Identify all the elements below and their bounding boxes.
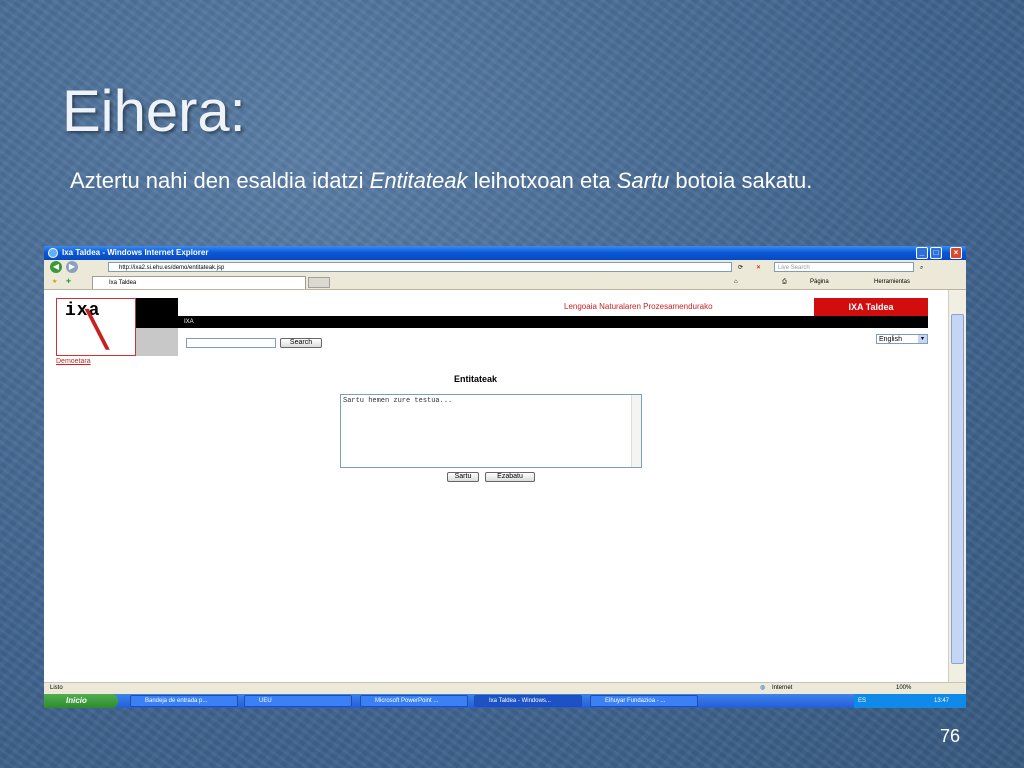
slide-page-number: 76 bbox=[940, 726, 961, 746]
header-text: Lengoaia Naturalaren Prozesamendurako bbox=[564, 302, 713, 311]
ezabatu-button[interactable]: Ezabatu bbox=[485, 472, 535, 482]
taskbar-item[interactable]: Bandeja de entrada p... bbox=[130, 695, 238, 707]
textarea-scrollbar[interactable] bbox=[631, 395, 641, 467]
subtitle-entitateak: Entitateak bbox=[369, 168, 468, 193]
textarea-placeholder: Sartu hemen zure testua... bbox=[343, 397, 453, 405]
taskbar-item[interactable]: UEU bbox=[244, 695, 352, 707]
nav-bar: IXA bbox=[178, 316, 928, 328]
logo-x-mark: ╲ bbox=[87, 311, 108, 349]
page-scrollbar[interactable] bbox=[948, 290, 966, 682]
ixa-logo: ixa ╲ bbox=[56, 298, 136, 356]
status-zone: Internet bbox=[772, 685, 793, 691]
ie-title-bar: Ixa Taldea - Windows Internet Explorer _… bbox=[44, 246, 966, 260]
slide-subtitle: Aztertu nahi den esaldia idatzi Entitate… bbox=[70, 168, 812, 194]
taskbar-item[interactable]: Elhuyar Fundazioa - ... bbox=[590, 695, 698, 707]
close-icon[interactable]: × bbox=[950, 247, 962, 259]
tools-menu[interactable]: Herramientas bbox=[874, 277, 910, 287]
tab-ixa-taldea[interactable]: Ixa Taldea bbox=[92, 276, 306, 289]
zoom-level[interactable]: 100% bbox=[896, 683, 911, 694]
maximize-icon[interactable]: □ bbox=[930, 247, 942, 259]
taskbar-item-active[interactable]: Ixa Taldea - Windows... bbox=[474, 695, 582, 707]
chevron-down-icon: ▾ bbox=[918, 335, 927, 343]
entitateak-title: Entitateak bbox=[454, 374, 498, 384]
forward-icon[interactable]: ▶ bbox=[66, 261, 78, 273]
home-icon[interactable]: ⌂ bbox=[734, 277, 738, 287]
globe-icon: ◍ bbox=[760, 685, 766, 691]
taskbar-item[interactable]: Microsoft PowerPoint ... bbox=[360, 695, 468, 707]
refresh-icon[interactable]: ⟳ bbox=[738, 263, 743, 273]
slide-title: Eihera: bbox=[62, 79, 246, 144]
system-tray: ES 13:47 bbox=[854, 694, 966, 708]
search-icon[interactable]: ⌕ bbox=[920, 263, 923, 273]
stop-icon[interactable]: ✕ bbox=[756, 263, 761, 273]
subtitle-sartu: Sartu bbox=[616, 168, 670, 193]
ie-logo-icon bbox=[48, 248, 58, 258]
sartu-button[interactable]: Sartu bbox=[447, 472, 479, 482]
status-text: Listo bbox=[50, 685, 63, 691]
subtitle-text-2: leihotxoan eta bbox=[467, 168, 617, 193]
ixa-taldea-badge[interactable]: IXA Taldea bbox=[814, 298, 928, 316]
logo-bar-grey bbox=[136, 328, 178, 356]
scrollbar-thumb[interactable] bbox=[951, 314, 964, 664]
search-button[interactable]: Search bbox=[280, 338, 322, 348]
tab-toolbar: ★ ✚ Ixa Taldea ⌂ ⎙ Página Herramientas bbox=[44, 274, 966, 290]
page-content: ixa ╲ Demoetara Lengoaia Naturalaren Pro… bbox=[44, 290, 948, 682]
entitateak-textarea[interactable]: Sartu hemen zure testua... bbox=[340, 394, 642, 468]
demoetara-link[interactable]: Demoetara bbox=[56, 358, 91, 365]
browser-screenshot: Ixa Taldea - Windows Internet Explorer _… bbox=[44, 246, 966, 708]
language-value: English bbox=[879, 336, 902, 343]
minimize-icon[interactable]: _ bbox=[916, 247, 928, 259]
back-icon[interactable]: ◀ bbox=[50, 261, 62, 273]
page-menu[interactable]: Página bbox=[810, 277, 829, 287]
tray-lang[interactable]: ES bbox=[858, 694, 866, 708]
subtitle-text-3: botoia sakatu. bbox=[669, 168, 813, 193]
new-tab-button[interactable] bbox=[308, 277, 330, 288]
start-button[interactable]: Inicio bbox=[44, 694, 118, 708]
favorites-star-icon[interactable]: ★ bbox=[52, 277, 57, 287]
address-toolbar: ◀ ▶ http://ixa2.si.ehu.es/demo/entitatea… bbox=[44, 260, 966, 275]
search-input[interactable] bbox=[186, 338, 276, 348]
language-select[interactable]: English ▾ bbox=[876, 334, 928, 344]
tray-clock: 13:47 bbox=[934, 698, 950, 704]
add-favorite-icon[interactable]: ✚ bbox=[66, 277, 71, 287]
address-bar[interactable]: http://ixa2.si.ehu.es/demo/entitateak.js… bbox=[108, 262, 732, 272]
windows-taskbar: Inicio Bandeja de entrada p... UEU Micro… bbox=[44, 694, 966, 708]
print-icon[interactable]: ⎙ bbox=[782, 277, 787, 287]
logo-bar-black bbox=[136, 298, 178, 328]
window-title: Ixa Taldea - Windows Internet Explorer bbox=[62, 248, 209, 257]
live-search-input[interactable]: Live Search bbox=[774, 262, 914, 272]
subtitle-text-1: Aztertu nahi den esaldia idatzi bbox=[70, 168, 370, 193]
